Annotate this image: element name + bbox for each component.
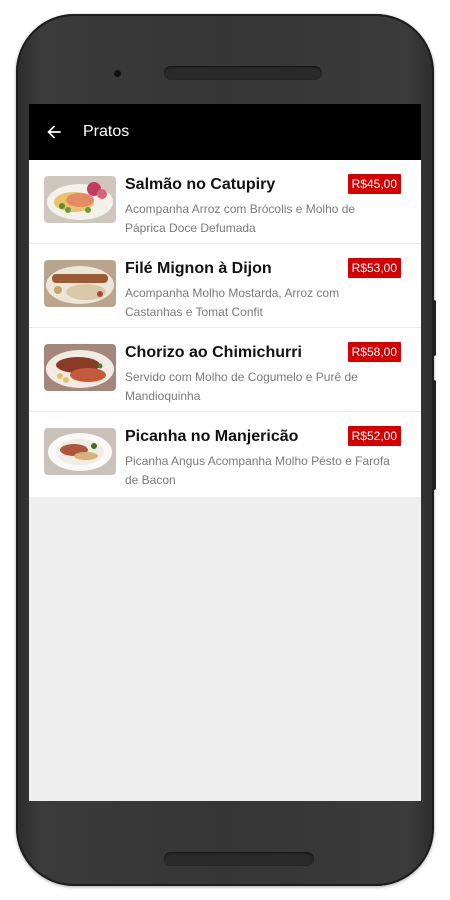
dish-name: Picanha no Manjericão [125, 428, 299, 445]
dish-description: Acompanha Arroz com Brócolis e Molho de … [125, 202, 356, 235]
volume-button [432, 380, 436, 490]
price-badge: R$45,00 [347, 174, 401, 194]
price-badge: R$58,00 [347, 342, 401, 362]
bottom-speaker [164, 852, 314, 866]
salmon-dish-photo [44, 176, 116, 223]
top-speaker [164, 66, 322, 80]
chorizo-dish-photo [44, 344, 116, 391]
dish-description: Picanha Angus Acompanha Molho Pésto e Fa… [125, 454, 390, 487]
list-item[interactable]: Salmão no Catupiry R$45,00 Acompanha Arr… [29, 160, 421, 244]
dish-description: Servido com Molho de Cogumelo e Purê de … [125, 370, 358, 403]
list-item[interactable]: Filé Mignon à Dijon R$53,00 Acompanha Mo… [29, 244, 421, 328]
page-title: Pratos [83, 123, 130, 140]
list-item[interactable]: Chorizo ao Chimichurri R$58,00 Servido c… [29, 328, 421, 412]
app-bar: Pratos [29, 104, 421, 160]
arrow-left-icon[interactable] [44, 121, 66, 143]
dish-name: Chorizo ao Chimichurri [125, 344, 302, 361]
price-badge: R$52,00 [347, 426, 401, 446]
app-screen: Pratos Salmão no Catupiry R$45,00 Acompa… [29, 104, 421, 801]
front-camera [114, 70, 121, 77]
list-item[interactable]: Picanha no Manjericão R$52,00 Picanha An… [29, 412, 421, 497]
dish-name: Filé Mignon à Dijon [125, 260, 272, 277]
dish-description: Acompanha Molho Mostarda, Arroz com Cast… [125, 286, 340, 319]
price-badge: R$53,00 [347, 258, 401, 278]
dish-name: Salmão no Catupiry [125, 176, 276, 193]
filet-mignon-dish-photo [44, 260, 116, 307]
dish-list: Salmão no Catupiry R$45,00 Acompanha Arr… [29, 160, 421, 497]
power-button [432, 300, 436, 356]
picanha-dish-photo [44, 428, 116, 475]
